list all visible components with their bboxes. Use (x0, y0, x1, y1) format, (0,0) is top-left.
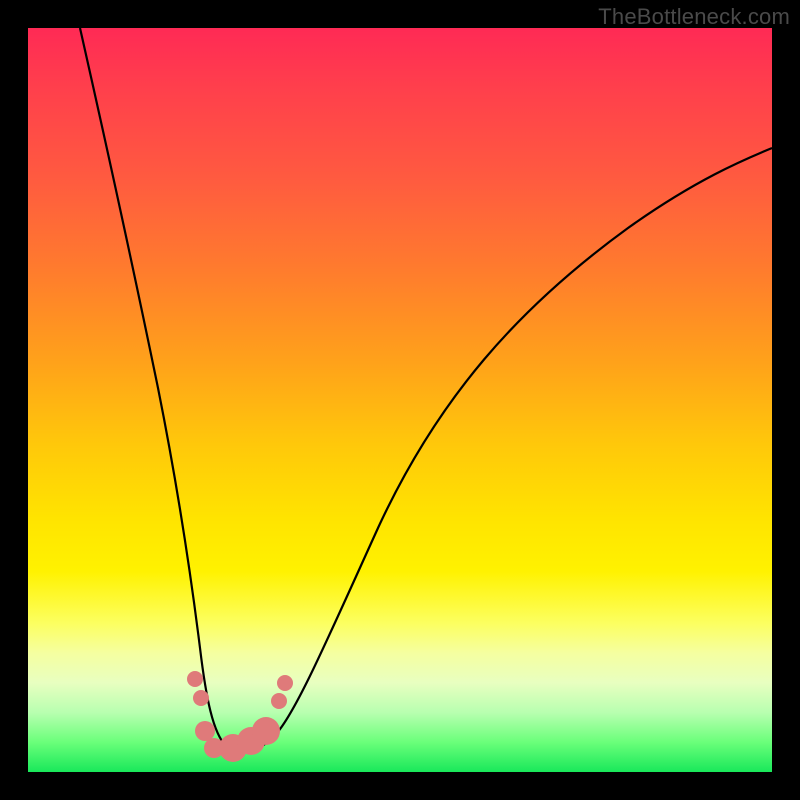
watermark-text: TheBottleneck.com (598, 4, 790, 30)
curve-svg (28, 28, 772, 772)
chart-frame: TheBottleneck.com (0, 0, 800, 800)
curve-marker (193, 690, 209, 706)
curve-marker (195, 721, 215, 741)
curve-marker (277, 675, 293, 691)
curve-marker (271, 693, 287, 709)
curve-marker (187, 671, 203, 687)
bottleneck-curve-path (80, 28, 772, 752)
plot-area (28, 28, 772, 772)
curve-marker (252, 717, 280, 745)
